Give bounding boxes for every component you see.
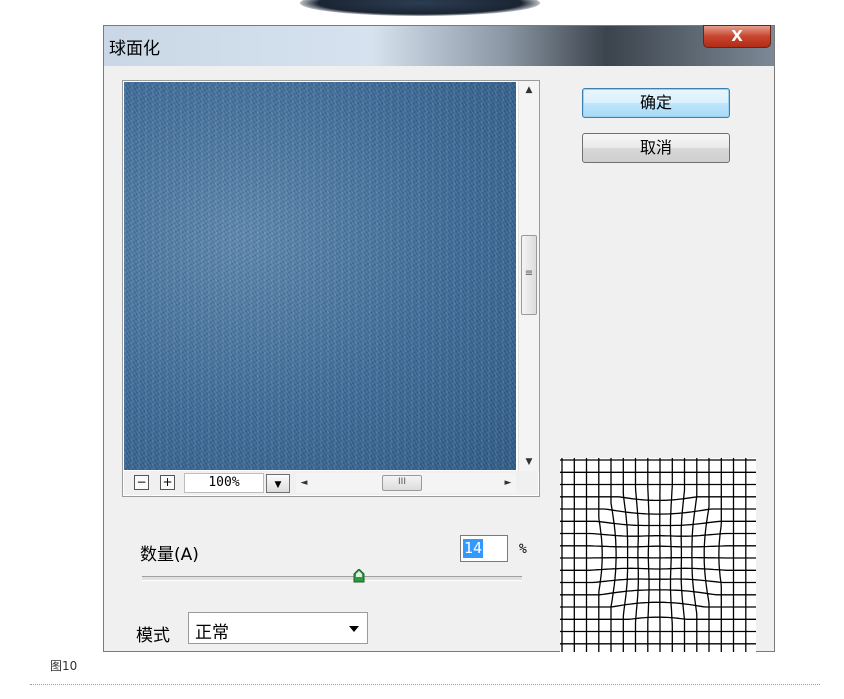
dialog-title: 球面化 — [109, 39, 160, 59]
preview-canvas[interactable] — [124, 82, 516, 470]
grid-line — [560, 616, 756, 620]
grid-line — [560, 508, 756, 515]
ok-button[interactable]: 确定 — [582, 88, 730, 118]
percent-unit: % — [519, 542, 527, 557]
grid-line — [598, 458, 603, 652]
zoom-bar: − + 100% ▼ ◄ III ► — [124, 471, 538, 495]
grid-line — [560, 520, 756, 527]
scroll-left-icon[interactable]: ◄ — [296, 473, 312, 493]
grid-line — [560, 567, 756, 571]
zoom-dropdown-icon[interactable]: ▼ — [266, 474, 290, 493]
amount-label: 数量(A) — [140, 545, 199, 565]
dialog-body: ▲ ≡ ▼ − + 100% ▼ ◄ III ► 确定 取消 数量(A) 14 … — [106, 66, 772, 652]
scroll-up-icon[interactable]: ▲ — [519, 81, 539, 99]
grid-line — [560, 578, 756, 584]
chevron-down-icon — [349, 626, 359, 632]
grid-line — [718, 458, 722, 652]
grid-line — [691, 458, 698, 652]
vertical-scrollbar[interactable]: ▲ ≡ ▼ — [518, 81, 539, 471]
mode-selected-value: 正常 — [195, 623, 229, 643]
grid-line — [610, 458, 617, 652]
zoom-out-button[interactable]: − — [134, 475, 149, 490]
grid-line — [634, 458, 639, 652]
figure-caption: 图10 — [50, 659, 78, 673]
amount-slider[interactable] — [142, 576, 522, 581]
grid-line — [669, 458, 673, 652]
scroll-right-icon[interactable]: ► — [500, 473, 516, 493]
grid-line — [622, 458, 629, 652]
zoom-level-field[interactable]: 100% — [184, 473, 264, 493]
cancel-button[interactable]: 取消 — [582, 133, 730, 163]
divider — [30, 684, 820, 685]
grid-line — [703, 458, 710, 652]
grid-line — [560, 589, 756, 596]
grid-line — [560, 532, 756, 537]
mode-label: 模式 — [136, 626, 170, 646]
grid-line — [647, 458, 650, 652]
grid-line — [680, 458, 686, 652]
horizontal-scrollbar[interactable]: ◄ III ► — [296, 473, 516, 493]
zoom-in-button[interactable]: + — [160, 475, 175, 490]
close-button[interactable]: X — [703, 25, 771, 48]
preview-panel: ▲ ≡ ▼ − + 100% ▼ ◄ III ► — [122, 80, 540, 497]
distortion-grid-preview — [560, 458, 756, 652]
amount-input[interactable]: 14 — [460, 535, 508, 562]
scroll-down-icon[interactable]: ▼ — [519, 453, 539, 471]
grid-line — [560, 545, 756, 548]
grid-preview-svg — [560, 458, 756, 652]
mode-select[interactable]: 正常 — [188, 612, 368, 644]
title-bar[interactable]: 球面化 X — [104, 25, 774, 66]
amount-value: 14 — [463, 539, 484, 558]
vertical-scroll-thumb[interactable]: ≡ — [521, 235, 537, 315]
grid-line — [560, 496, 756, 502]
spherize-dialog: 球面化 X ▲ ≡ ▼ − + 100% ▼ ◄ III ► 确定 取消 数量(… — [103, 25, 775, 652]
slider-thumb-icon — [353, 569, 365, 583]
horizontal-scroll-thumb[interactable]: III — [382, 475, 422, 491]
grid-line — [560, 601, 756, 608]
